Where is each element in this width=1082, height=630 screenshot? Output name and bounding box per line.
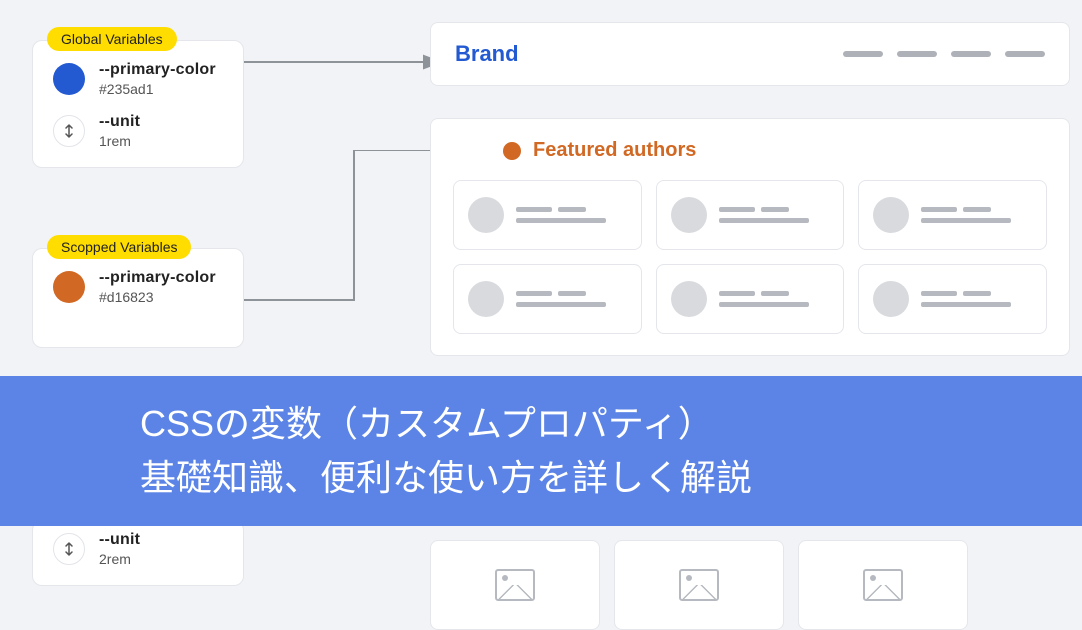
- avatar-placeholder: [468, 281, 504, 317]
- authors-header: Featured authors: [503, 139, 1047, 162]
- brand-label: Brand: [455, 41, 519, 67]
- brand-bar: Brand: [430, 22, 1070, 86]
- scoped-unit-value: 2rem: [99, 551, 140, 567]
- global-unit-value: 1rem: [99, 133, 140, 149]
- global-unit-row: --unit 1rem: [53, 113, 223, 149]
- scoped-primary-name: --primary-color: [99, 269, 216, 287]
- image-cards-row: [430, 540, 968, 630]
- authors-panel: Featured authors: [430, 118, 1070, 356]
- scoped-variables-card: Scopped Variables --primary-color #d1682…: [32, 248, 244, 348]
- author-card: [656, 180, 845, 250]
- title-overlay: CSSの変数（カスタムプロパティ） 基礎知識、便利な使い方を詳しく解説: [0, 376, 1082, 526]
- global-primary-row: --primary-color #235ad1: [53, 61, 223, 97]
- overlay-line-2: 基礎知識、便利な使い方を詳しく解説: [140, 451, 1082, 505]
- scoped-badge: Scopped Variables: [47, 235, 191, 259]
- scoped-unit-name: --unit: [99, 531, 140, 549]
- author-card: [858, 264, 1047, 334]
- arrow-scoped-to-authors: [244, 150, 444, 310]
- global-primary-name: --primary-color: [99, 61, 216, 79]
- color-swatch-blue: [53, 63, 85, 95]
- avatar-placeholder: [671, 197, 707, 233]
- scoped-unit-card: --unit 2rem: [32, 520, 244, 586]
- author-card: [656, 264, 845, 334]
- authors-grid: [453, 180, 1047, 334]
- avatar-placeholder: [873, 281, 909, 317]
- avatar-placeholder: [671, 281, 707, 317]
- author-card: [453, 180, 642, 250]
- unit-icon: [53, 533, 85, 565]
- image-card: [430, 540, 600, 630]
- overlay-line-1: CSSの変数（カスタムプロパティ）: [140, 397, 1082, 451]
- global-unit-name: --unit: [99, 113, 140, 131]
- nav-skeleton: [843, 51, 1045, 57]
- color-swatch-orange: [53, 271, 85, 303]
- scoped-primary-value: #d16823: [99, 289, 216, 305]
- global-primary-value: #235ad1: [99, 81, 216, 97]
- author-card: [858, 180, 1047, 250]
- scoped-unit-row: --unit 2rem: [53, 531, 223, 567]
- accent-dot-icon: [503, 142, 521, 160]
- global-variables-card: Global Variables --primary-color #235ad1…: [32, 40, 244, 168]
- author-card: [453, 264, 642, 334]
- image-card: [614, 540, 784, 630]
- avatar-placeholder: [468, 197, 504, 233]
- scoped-primary-row: --primary-color #d16823: [53, 269, 223, 305]
- arrow-global-to-brand: [244, 52, 444, 72]
- image-placeholder-icon: [679, 569, 719, 601]
- avatar-placeholder: [873, 197, 909, 233]
- authors-title: Featured authors: [533, 139, 696, 162]
- image-placeholder-icon: [863, 569, 903, 601]
- unit-icon: [53, 115, 85, 147]
- image-card: [798, 540, 968, 630]
- global-badge: Global Variables: [47, 27, 177, 51]
- image-placeholder-icon: [495, 569, 535, 601]
